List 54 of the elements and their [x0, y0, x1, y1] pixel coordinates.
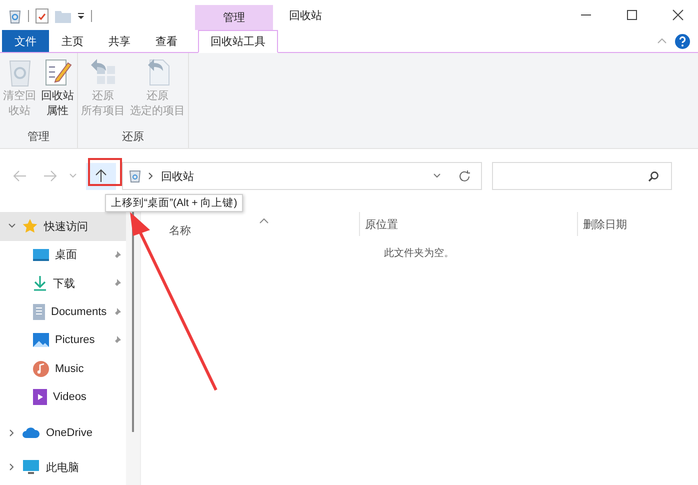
chevron-icon[interactable] — [148, 172, 154, 180]
help-icon[interactable] — [675, 34, 690, 48]
cloud-icon — [22, 426, 40, 439]
group-label: 管理 — [26, 130, 50, 145]
group-label: 还原 — [121, 130, 145, 145]
desktop-icon — [33, 248, 49, 261]
context-tab-group: 管理 — [195, 5, 273, 30]
properties-icon — [44, 57, 72, 87]
nav-tree-item[interactable]: OneDrive — [0, 418, 126, 447]
music-icon — [33, 360, 49, 377]
column-header[interactable]: 删除日期 — [577, 212, 698, 236]
close-icon[interactable] — [672, 9, 684, 21]
refresh-icon[interactable] — [458, 170, 471, 182]
nav-tree-item[interactable]: 桌面 — [0, 240, 126, 269]
nav-tree-item[interactable]: 下载 — [0, 269, 126, 298]
nav-tree-item[interactable]: 快速访问 — [0, 212, 126, 240]
ribbon-tab[interactable]: 主页 — [49, 30, 96, 52]
search-icon — [648, 170, 659, 182]
address-bar[interactable]: 回收站 — [122, 162, 482, 190]
collapse-chevron-icon[interactable] — [8, 222, 16, 230]
dropdown-icon[interactable] — [77, 12, 85, 20]
nav-tree-item[interactable]: Music — [0, 354, 126, 383]
nav-tree-item[interactable]: 此电脑 — [0, 453, 126, 482]
checklist-icon[interactable] — [35, 8, 49, 24]
breadcrumb[interactable]: 回收站 — [161, 168, 194, 184]
tooltip: 上移到“桌面”(Alt + 向上键) — [105, 194, 244, 212]
maximize-icon[interactable] — [626, 9, 638, 21]
restore-all-icon — [89, 57, 117, 87]
computer-icon — [22, 459, 40, 476]
expand-chevron-icon[interactable] — [8, 463, 16, 472]
document-icon — [33, 304, 45, 320]
download-icon — [33, 275, 47, 292]
column-header[interactable]: 原位置 — [359, 212, 577, 236]
ribbon-tab[interactable]: 共享 — [96, 30, 143, 52]
search-field[interactable] — [492, 162, 672, 190]
column-header[interactable]: 名称 — [141, 212, 359, 236]
scrollbar-thumb[interactable] — [132, 212, 134, 432]
video-icon — [33, 389, 47, 406]
empty-folder-message: 此文件夹为空。 — [384, 246, 455, 260]
ribbon-tab[interactable]: 文件 — [2, 30, 49, 52]
highlight-box — [88, 158, 122, 186]
window-title: 回收站 — [289, 9, 322, 24]
nav-tree-item[interactable]: Documents — [0, 298, 126, 326]
recycle-bin-icon — [129, 169, 141, 183]
ribbon-tab[interactable]: 回收站工具 — [198, 30, 278, 53]
nav-tree-item[interactable]: Videos — [0, 383, 126, 412]
expand-chevron-icon[interactable] — [8, 428, 16, 437]
up-arrow-icon — [95, 169, 107, 183]
picture-icon — [33, 333, 49, 348]
ribbon-tab[interactable]: 查看 — [143, 30, 190, 52]
nav-tree-item[interactable]: Pictures — [0, 326, 126, 354]
ribbon-button[interactable]: 回收站 属性 — [40, 57, 75, 129]
recycle-bin-icon[interactable] — [8, 8, 22, 24]
star-icon — [22, 218, 38, 234]
